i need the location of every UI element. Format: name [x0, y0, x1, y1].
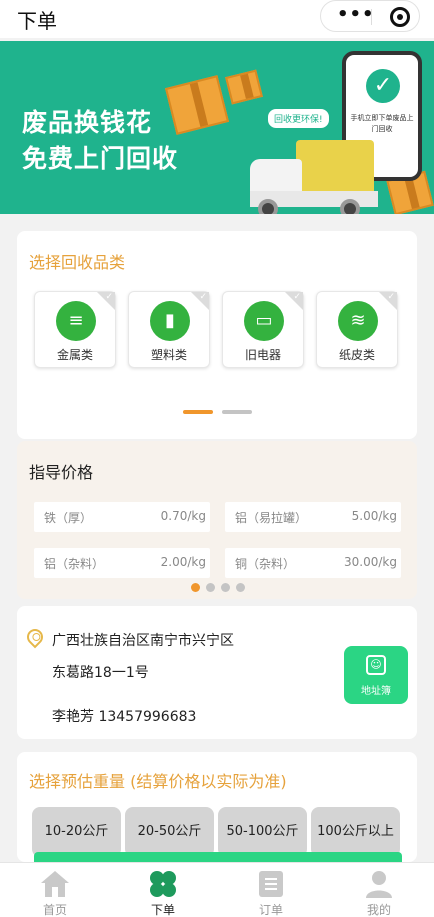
contact-info: 李艳芳 13457996683 — [52, 709, 197, 725]
bottle-icon: ▮ — [150, 301, 190, 341]
phone-caption: 手机立即下单废品上门回收 — [350, 114, 414, 133]
category-paper[interactable]: ✓ ≋ 纸皮类 — [316, 291, 398, 368]
tab-label: 我的 — [366, 903, 391, 917]
close-miniprogram-icon[interactable] — [390, 7, 410, 27]
category-title: 选择回收品类 — [29, 253, 126, 272]
appliance-icon: ▭ — [244, 301, 284, 341]
cardboard-box-icon — [225, 69, 263, 105]
price-item: 铁（厚） 0.70/kg — [34, 502, 210, 532]
cardboard-box-icon — [164, 75, 230, 135]
category-card: 选择回收品类 ✓ ≡ 金属类 ✓ ▮ 塑料类 ✓ ▭ 旧电器 ✓ ≋ 纸皮类 — [17, 231, 417, 439]
truck-cargo — [296, 140, 374, 198]
category-label: 旧电器 — [244, 348, 281, 362]
price-page-dot[interactable] — [221, 583, 230, 592]
title-bar: 下单 ••• — [0, 0, 434, 38]
category-label: 金属类 — [56, 348, 93, 362]
price-page-dot[interactable] — [191, 583, 200, 592]
truck-wheel-icon — [258, 199, 278, 214]
more-button[interactable]: ••• — [337, 4, 375, 25]
price-value: 30.00/kg — [344, 555, 397, 569]
price-item: 铝（易拉罐） 5.00/kg — [225, 502, 401, 532]
price-title: 指导价格 — [29, 463, 94, 482]
check-icon: ✓ — [366, 69, 400, 103]
address-line-2: 东葛路18一1号 — [52, 665, 149, 681]
weight-option[interactable]: 50-100公斤 — [218, 807, 307, 857]
check-icon: ✓ — [293, 292, 301, 302]
tab-label: 订单 — [258, 903, 283, 917]
price-value: 5.00/kg — [351, 509, 397, 523]
tab-label: 下单 — [150, 903, 175, 917]
tab-profile[interactable]: 我的 — [325, 863, 433, 917]
location-pin-icon — [23, 625, 47, 649]
check-icon: ✓ — [387, 292, 395, 302]
price-name: 铜（杂料） — [235, 557, 296, 571]
weight-option[interactable]: 10-20公斤 — [32, 807, 121, 857]
weight-card: 选择预估重量 (结算价格以实际为准) 10-20公斤 20-50公斤 50-10… — [17, 752, 417, 862]
tab-orders[interactable]: 订单 — [217, 863, 325, 917]
menu-capsule: ••• — [320, 0, 420, 32]
tab-label: 首页 — [42, 903, 67, 917]
category-metal[interactable]: ✓ ≡ 金属类 — [34, 291, 116, 368]
price-page-dot[interactable] — [236, 583, 245, 592]
promo-banner[interactable]: 废品换钱花 免费上门回收 ✓ 手机立即下单废品上门回收 回收更环保! — [0, 41, 434, 214]
bottom-tab-bar: 首页 下单 订单 我的 — [0, 862, 434, 917]
category-label: 纸皮类 — [338, 348, 375, 362]
truck-wheel-icon — [340, 199, 360, 214]
price-card: 指导价格 铁（厚） 0.70/kg 铝（易拉罐） 5.00/kg 铝（杂料） 2… — [17, 441, 417, 599]
price-value: 2.00/kg — [160, 555, 206, 569]
tab-order-place[interactable]: 下单 — [109, 863, 217, 917]
address-line-1: 广西壮族自治区南宁市兴宁区 — [52, 633, 234, 649]
check-icon: ✓ — [105, 292, 113, 302]
price-item: 铜（杂料） 30.00/kg — [225, 548, 401, 578]
weight-option[interactable]: 100公斤以上 — [311, 807, 400, 857]
category-appliance[interactable]: ✓ ▭ 旧电器 — [222, 291, 304, 368]
price-name: 铝（杂料） — [44, 557, 105, 571]
capsule-divider — [371, 9, 372, 25]
address-card[interactable]: 广西壮族自治区南宁市兴宁区 东葛路18一1号 李艳芳 13457996683 ☺… — [17, 606, 417, 739]
tab-home[interactable]: 首页 — [1, 863, 109, 917]
weight-title: 选择预估重量 (结算价格以实际为准) — [29, 772, 287, 791]
screw-icon: ≡ — [56, 301, 96, 341]
weight-option[interactable]: 20-50公斤 — [125, 807, 214, 857]
pager-active[interactable] — [183, 410, 213, 414]
category-plastic[interactable]: ✓ ▮ 塑料类 — [128, 291, 210, 368]
clover-icon — [150, 871, 176, 897]
home-icon — [41, 871, 69, 897]
banner-headline-2: 免费上门回收 — [22, 144, 179, 173]
user-icon — [366, 871, 392, 898]
banner-headline-1: 废品换钱花 — [22, 108, 153, 137]
contact-book-icon: ☺ — [366, 655, 386, 675]
pager-inactive[interactable] — [222, 410, 252, 414]
category-label: 塑料类 — [150, 348, 187, 362]
price-item: 铝（杂料） 2.00/kg — [34, 548, 210, 578]
price-name: 铁（厚） — [44, 511, 93, 525]
price-page-dot[interactable] — [206, 583, 215, 592]
page-title: 下单 — [17, 9, 57, 33]
speech-bubble: 回收更环保! — [266, 107, 331, 130]
paper-stack-icon: ≋ — [338, 301, 378, 341]
order-icon — [259, 871, 283, 897]
address-book-button[interactable]: ☺ 地址簿 — [344, 646, 408, 704]
price-value: 0.70/kg — [160, 509, 206, 523]
price-name: 铝（易拉罐） — [235, 511, 308, 525]
check-icon: ✓ — [199, 292, 207, 302]
address-book-label: 地址簿 — [361, 686, 391, 697]
